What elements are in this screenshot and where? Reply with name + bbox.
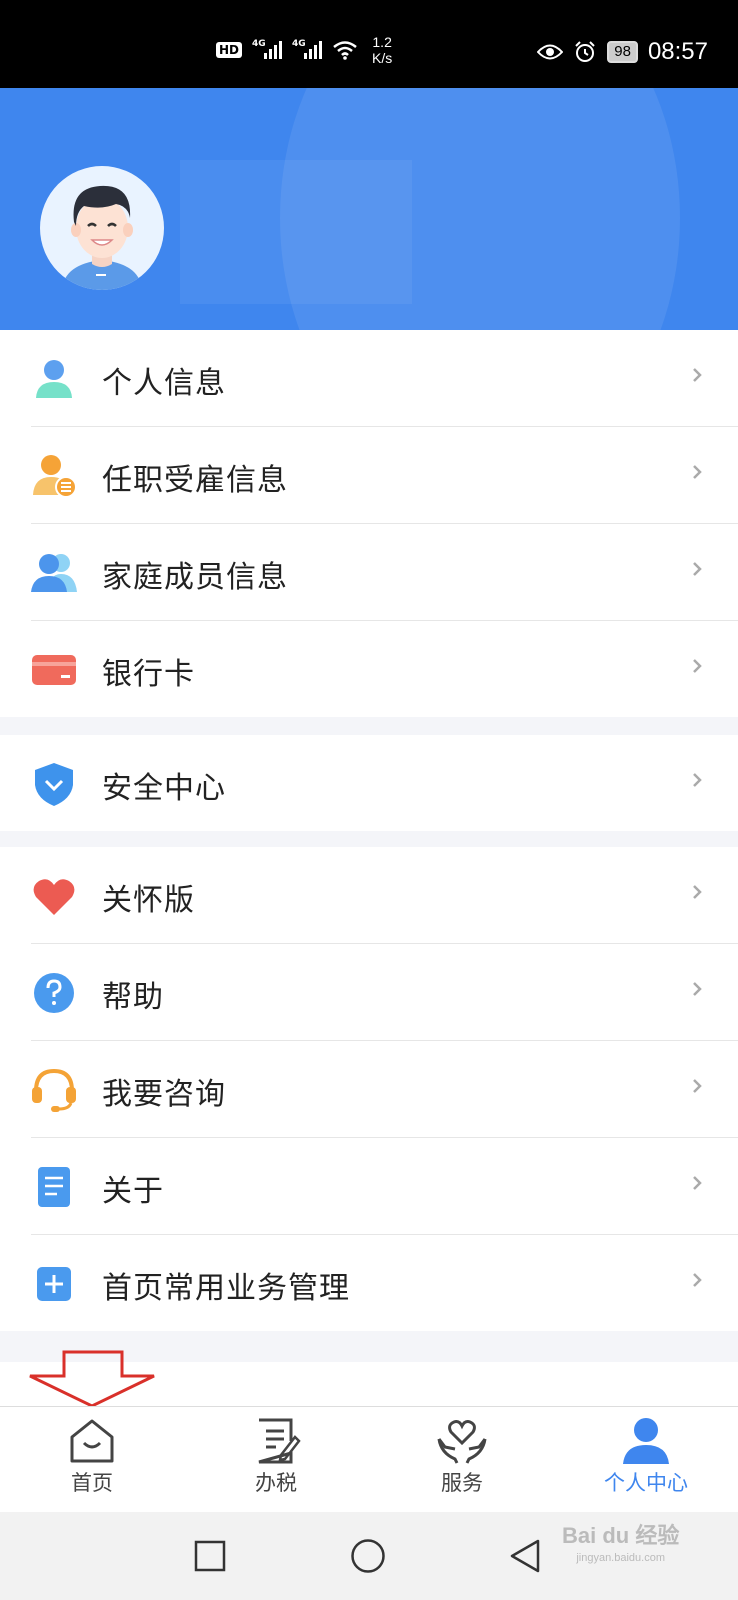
eye-icon (537, 44, 564, 60)
chevron-right-icon (693, 562, 702, 576)
watermark-url: jingyan.baidu.com (576, 1552, 665, 1564)
menu-label: 银行卡 (102, 657, 195, 692)
hd-badge: HD (216, 42, 243, 58)
plus-icon (37, 1267, 71, 1301)
tax-form-icon (258, 1418, 301, 1464)
status-right: 98 08:57 (537, 38, 708, 66)
heart-icon (33, 879, 75, 915)
chevron-right-icon (693, 885, 702, 899)
menu-item-personal-info[interactable]: 个人信息 (31, 330, 738, 427)
document-icon (38, 1167, 70, 1207)
menu-group-other: 关怀版 帮助 我要咨询 关于 首页常用业务管理 (0, 847, 738, 1331)
status-left: HD 4G 4G 1.2 K/s (216, 34, 392, 66)
menu-label: 我要咨询 (102, 1077, 226, 1112)
menu-label: 帮助 (102, 980, 164, 1015)
tab-label: 办税 (255, 1471, 297, 1495)
network-speed: 1.2 K/s (372, 34, 392, 66)
bank-card-icon (32, 655, 76, 685)
profile-header (0, 88, 738, 330)
tab-home[interactable]: 首页 (32, 1417, 152, 1497)
menu-item-family-info[interactable]: 家庭成员信息 (31, 524, 738, 621)
tab-label: 服务 (441, 1471, 483, 1495)
tab-personal-center[interactable]: 个人中心 (586, 1417, 706, 1497)
person-center-icon (623, 1418, 669, 1464)
baidu-watermark: Bai du 经验 jingyan.baidu.com (562, 1518, 679, 1564)
battery-indicator: 98 (607, 41, 638, 63)
menu-item-consult[interactable]: 我要咨询 (31, 1041, 738, 1138)
menu-label: 关于 (102, 1174, 164, 1209)
menu-label: 关怀版 (102, 883, 195, 918)
alarm-icon (575, 41, 595, 62)
menu-group-security: 安全中心 (0, 735, 738, 831)
back-triangle-icon[interactable] (508, 1538, 542, 1574)
wifi-icon (333, 41, 357, 60)
menu-label: 安全中心 (102, 771, 226, 806)
user-avatar-illustration-icon (62, 185, 142, 290)
annotation-arrow-icon (29, 1350, 155, 1408)
chevron-right-icon (693, 773, 702, 787)
bottom-nav: 首页 办税 服务 个人中心 (0, 1406, 738, 1513)
name-area (180, 160, 412, 304)
recent-apps-icon[interactable] (194, 1540, 226, 1572)
chevron-right-icon (693, 982, 702, 996)
menu-label: 首页常用业务管理 (102, 1271, 350, 1306)
menu-item-care-edition[interactable]: 关怀版 (31, 847, 738, 944)
menu-item-about[interactable]: 关于 (31, 1138, 738, 1235)
tab-label: 首页 (71, 1471, 113, 1495)
menu-item-security-center[interactable]: 安全中心 (31, 735, 738, 831)
menu-group-personal: 个人信息 任职受雇信息 家庭成员信息 银行卡 (0, 330, 738, 717)
tab-service[interactable]: 服务 (402, 1417, 522, 1497)
person-icon (36, 360, 72, 398)
chevron-right-icon (693, 1273, 702, 1287)
tab-label: 个人中心 (604, 1471, 688, 1495)
home-circle-icon[interactable] (350, 1538, 386, 1574)
avatar[interactable] (40, 166, 164, 290)
menu-item-help[interactable]: 帮助 (31, 944, 738, 1041)
employment-icon (33, 455, 77, 498)
headset-icon (32, 1068, 76, 1112)
speed-value: 1.2 (372, 34, 392, 50)
cellular-signal-icon: 4G (252, 39, 283, 59)
menu-label: 任职受雇信息 (102, 463, 288, 498)
clock: 08:57 (647, 38, 708, 65)
menu-item-homepage-business[interactable]: 首页常用业务管理 (31, 1235, 738, 1331)
cellular-signal-icon-2: 4G (292, 39, 323, 59)
service-heart-icon (437, 1420, 487, 1464)
chevron-right-icon (693, 1176, 702, 1190)
menu-label: 家庭成员信息 (102, 560, 288, 595)
watermark-brand: Bai du 经验 (562, 1523, 680, 1548)
family-icon (31, 554, 77, 592)
chevron-right-icon (693, 465, 702, 479)
chevron-right-icon (693, 659, 702, 673)
chevron-right-icon (693, 1079, 702, 1093)
menu-item-employment-info[interactable]: 任职受雇信息 (31, 427, 738, 524)
menu-label: 个人信息 (102, 366, 226, 401)
help-icon (34, 973, 74, 1013)
tab-tax[interactable]: 办税 (216, 1417, 336, 1497)
chevron-right-icon (693, 368, 702, 382)
home-icon (70, 1419, 114, 1463)
network-type-1: 4G (252, 39, 266, 49)
network-type-2: 4G (292, 39, 306, 49)
menu-item-bank-card[interactable]: 银行卡 (31, 621, 738, 717)
speed-unit: K/s (372, 50, 393, 66)
shield-icon (35, 763, 73, 806)
status-bar: HD 4G 4G 1.2 K/s 98 08:57 (0, 0, 738, 88)
